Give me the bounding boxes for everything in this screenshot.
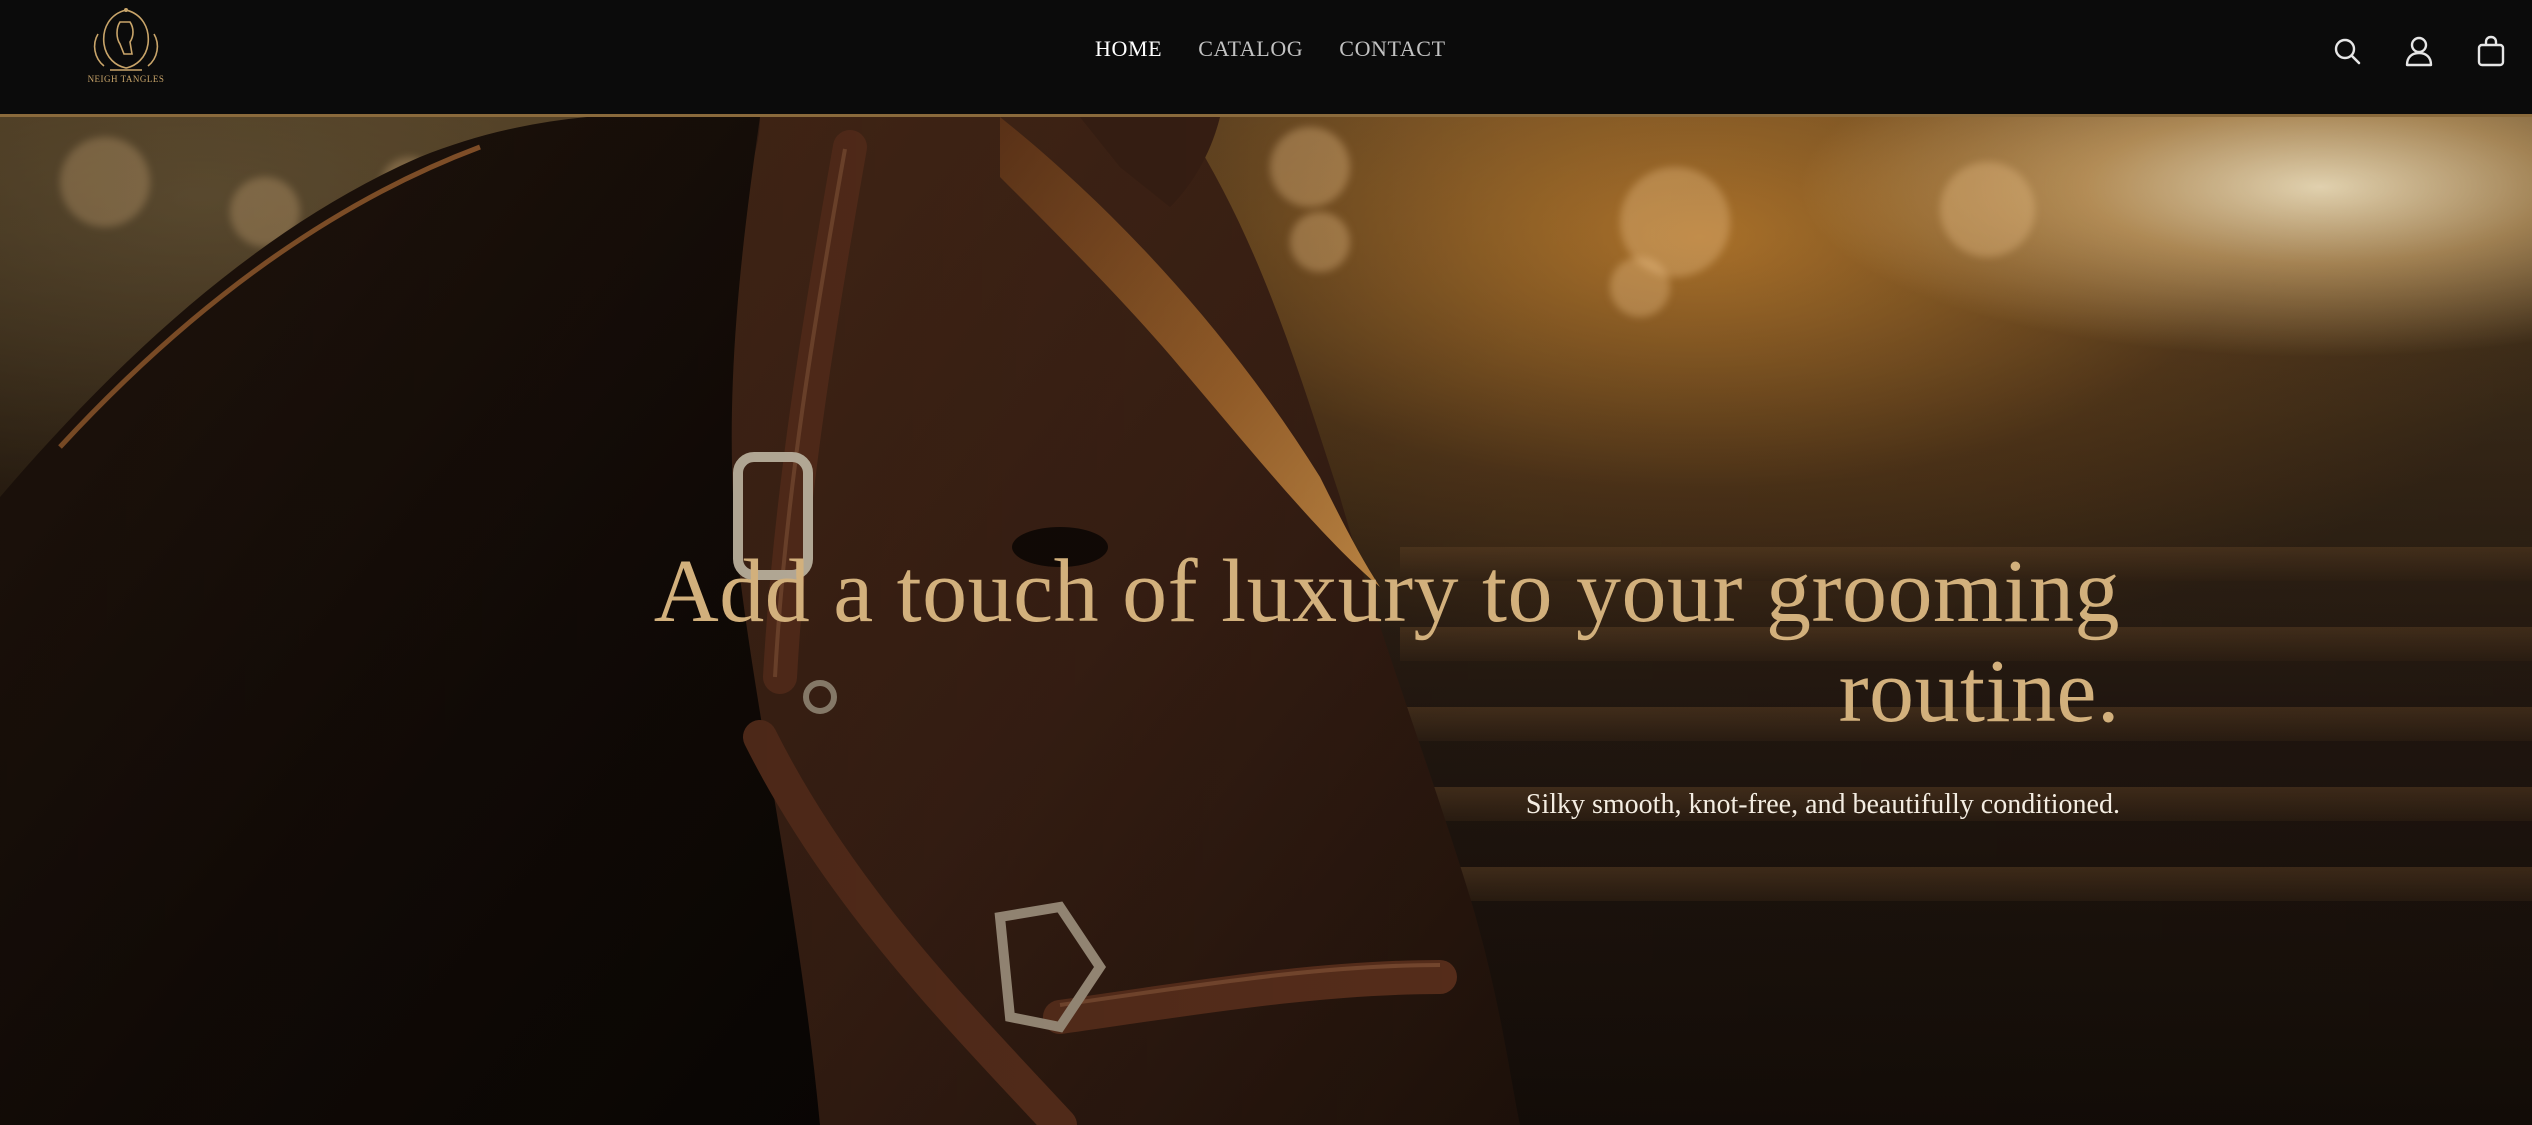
nav-contact[interactable]: CONTACT — [1339, 36, 1445, 62]
logo-text: NEIGH TANGLES — [87, 74, 165, 84]
cart-icon[interactable] — [2474, 34, 2508, 68]
nav-catalog[interactable]: CATALOG — [1198, 36, 1303, 62]
nav-home[interactable]: HOME — [1095, 36, 1162, 62]
main-nav: HOME CATALOG CONTACT — [1095, 36, 1446, 62]
site-header: NEIGH TANGLES HOME CATALOG CONTACT — [0, 0, 2532, 117]
horse-crest-icon — [93, 8, 159, 71]
hero-title: Add a touch of luxury to your grooming r… — [653, 542, 2120, 741]
search-icon[interactable] — [2330, 34, 2364, 68]
hero-subtitle: Silky smooth, knot-free, and beautifully… — [1525, 789, 2120, 820]
account-icon[interactable] — [2402, 34, 2436, 68]
header-actions — [2330, 34, 2508, 68]
hero-banner: Add a touch of luxury to your grooming r… — [0, 117, 2532, 1125]
brand-logo[interactable]: NEIGH TANGLES — [80, 4, 172, 104]
